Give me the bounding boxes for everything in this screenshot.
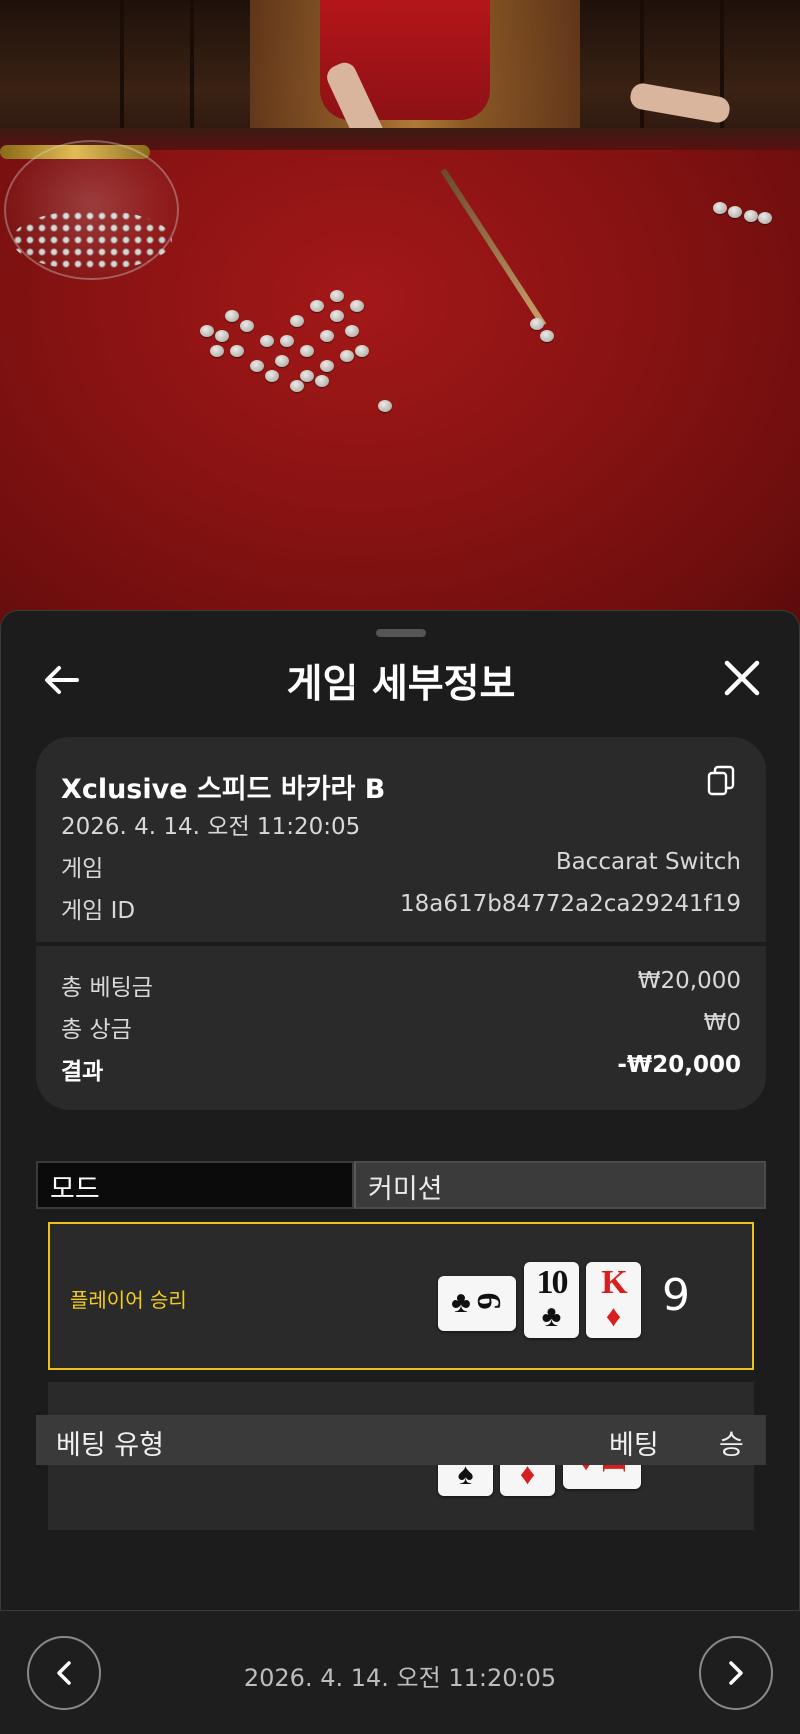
game-id-label: 게임 ID bbox=[61, 898, 136, 924]
total-bet-row: 총 베팅금 ₩20,000 bbox=[61, 968, 741, 1002]
game-id-value: 18a617b84772a2ca29241f19 bbox=[399, 891, 741, 917]
bead bbox=[300, 370, 314, 382]
tab-commission[interactable]: 커미션 bbox=[354, 1161, 766, 1209]
bead bbox=[310, 300, 324, 312]
game-details-sheet: 게임 세부정보 Xclusive 스피드 바카라 B 2026. 4. 14. … bbox=[0, 610, 800, 1734]
bet-table-header: 베팅 유형 베팅 승 bbox=[36, 1415, 766, 1465]
player-score: 9 bbox=[662, 1270, 690, 1321]
bead bbox=[280, 335, 294, 347]
bead bbox=[315, 375, 329, 387]
footer-date: 2026. 4. 14. 오전 11:20:05 bbox=[243, 1664, 557, 1692]
card-suit: ♣ bbox=[541, 1300, 562, 1333]
total-bet-value: ₩20,000 bbox=[637, 968, 741, 994]
bead bbox=[330, 290, 344, 302]
playing-card: K ♦ bbox=[586, 1262, 641, 1338]
result-value: -₩20,000 bbox=[617, 1052, 741, 1078]
bead bbox=[275, 355, 289, 367]
bead bbox=[530, 318, 544, 330]
bead bbox=[290, 380, 304, 392]
bead bbox=[300, 345, 314, 357]
playing-card: 9 ♣ bbox=[438, 1276, 516, 1331]
bead bbox=[340, 350, 354, 362]
bead bbox=[240, 320, 254, 332]
result-row: 결과 -₩20,000 bbox=[61, 1052, 741, 1086]
copy-icon[interactable] bbox=[706, 765, 736, 797]
card-rank: 10 bbox=[536, 1264, 569, 1301]
game-summary-card: 총 베팅금 ₩20,000 총 상금 ₩0 결과 -₩20,000 bbox=[36, 946, 766, 1110]
glass-bowl bbox=[4, 140, 179, 280]
live-dealer-video bbox=[0, 0, 800, 640]
chevron-right-icon[interactable] bbox=[699, 1636, 773, 1710]
close-icon[interactable] bbox=[719, 655, 765, 701]
result-label: 결과 bbox=[61, 1059, 104, 1085]
total-win-value: ₩0 bbox=[703, 1010, 741, 1036]
drag-handle[interactable] bbox=[376, 629, 426, 637]
bead bbox=[290, 315, 304, 327]
sheet-title: 게임 세부정보 bbox=[286, 662, 516, 707]
game-label: 게임 bbox=[61, 856, 104, 882]
wall-frame bbox=[640, 0, 644, 140]
game-date: 2026. 4. 14. 오전 11:20:05 bbox=[61, 814, 361, 840]
bead bbox=[320, 330, 334, 342]
bead bbox=[355, 345, 369, 357]
total-win-row: 총 상금 ₩0 bbox=[61, 1010, 741, 1044]
footer-nav: 2026. 4. 14. 오전 11:20:05 bbox=[0, 1610, 800, 1734]
game-name: Xclusive 스피드 바카라 B bbox=[61, 774, 386, 805]
game-row: 게임 Baccarat Switch bbox=[61, 849, 741, 883]
bead bbox=[345, 325, 359, 337]
card-suit: ♦ bbox=[605, 1300, 622, 1333]
wall-frame bbox=[120, 0, 124, 140]
tab-mode[interactable]: 모드 bbox=[36, 1161, 354, 1209]
bead bbox=[265, 370, 279, 382]
bead bbox=[330, 310, 344, 322]
bead bbox=[728, 206, 742, 218]
bead bbox=[540, 330, 554, 342]
bead bbox=[713, 202, 727, 214]
bead bbox=[320, 360, 334, 372]
bead bbox=[744, 210, 758, 222]
bead bbox=[260, 335, 274, 347]
bead bbox=[230, 345, 244, 357]
bead bbox=[758, 212, 772, 224]
bet-amount-column: 베팅 bbox=[609, 1430, 659, 1461]
bead bbox=[215, 330, 229, 342]
playing-card: 10 ♣ bbox=[524, 1262, 579, 1338]
bead bbox=[350, 300, 364, 312]
win-column: 승 bbox=[719, 1430, 744, 1461]
bead bbox=[378, 400, 392, 412]
game-info-card: Xclusive 스피드 바카라 B 2026. 4. 14. 오전 11:20… bbox=[36, 737, 766, 942]
bead bbox=[200, 325, 214, 337]
card-rank: K bbox=[601, 1264, 627, 1301]
wall-frame bbox=[190, 0, 194, 140]
bead bbox=[210, 345, 224, 357]
card-suit: ♣ bbox=[451, 1286, 471, 1319]
total-bet-label: 총 베팅금 bbox=[61, 975, 153, 1001]
bet-type-column: 베팅 유형 bbox=[56, 1430, 164, 1461]
bead bbox=[250, 360, 264, 372]
mode-tabs: 모드 커미션 bbox=[36, 1161, 766, 1209]
player-hand: 플레이어 승리 9 ♣ 10 ♣ K ♦ 9 bbox=[48, 1222, 754, 1370]
sheet-header: 게임 세부정보 bbox=[1, 647, 799, 713]
total-win-label: 총 상금 bbox=[61, 1017, 132, 1043]
game-value: Baccarat Switch bbox=[555, 849, 741, 875]
player-hand-label: 플레이어 승리 bbox=[70, 1288, 187, 1312]
game-id-row: 게임 ID 18a617b84772a2ca29241f19 bbox=[61, 891, 741, 925]
bead bbox=[225, 310, 239, 322]
